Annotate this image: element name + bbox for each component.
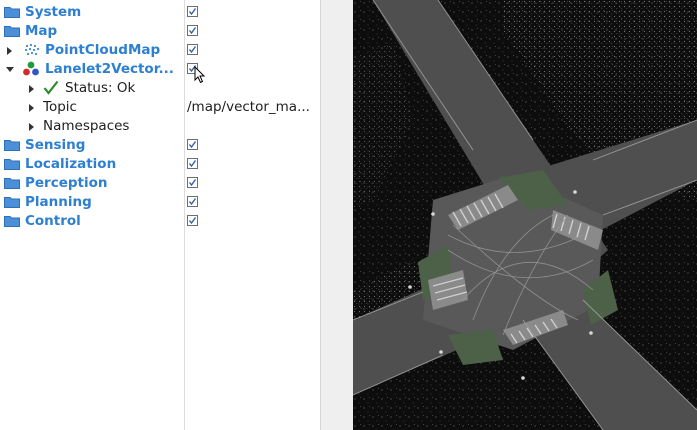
displays-tree: System Map PointCloudMap Lanelet2Vector.… (0, 0, 320, 430)
folder-icon (4, 215, 20, 227)
3d-render-viewport[interactable] (353, 0, 697, 430)
tree-item-topic[interactable]: Topic /map/vector_ma... (0, 98, 320, 117)
tree-item-label: Map (25, 23, 58, 39)
checkbox-perception[interactable] (187, 177, 198, 188)
tree-item-label: Lanelet2Vector... (45, 61, 174, 77)
folder-icon (4, 196, 20, 208)
topic-value[interactable]: /map/vector_ma... (187, 99, 310, 116)
collapse-arrow-icon[interactable] (6, 67, 14, 72)
tree-item-label: Control (25, 213, 81, 229)
folder-icon (4, 177, 20, 189)
tree-item-system[interactable]: System (0, 3, 320, 22)
expand-arrow-icon[interactable] (29, 85, 34, 93)
tree-item-lanelet2-vector-map[interactable]: Lanelet2Vector... (0, 60, 320, 79)
checkbox-map[interactable] (187, 25, 198, 36)
folder-icon (4, 139, 20, 151)
folder-icon (4, 158, 20, 170)
column-divider[interactable] (184, 0, 185, 430)
expand-arrow-icon[interactable] (29, 104, 34, 112)
lanelet-icon (22, 61, 39, 76)
checkbox-point-cloud-map[interactable] (187, 44, 198, 55)
point-cloud-icon (24, 43, 40, 56)
tree-item-map[interactable]: Map (0, 22, 320, 41)
checkbox-system[interactable] (187, 6, 198, 17)
tree-item-label: Status: Ok (65, 80, 136, 96)
folder-icon (4, 25, 20, 37)
checkbox-control[interactable] (187, 215, 198, 226)
tree-item-planning[interactable]: Planning (0, 193, 320, 212)
checkmark-icon (43, 80, 59, 95)
tree-item-localization[interactable]: Localization (0, 155, 320, 174)
tree-item-label: PointCloudMap (45, 42, 161, 58)
tree-item-control[interactable]: Control (0, 212, 320, 231)
tree-item-sensing[interactable]: Sensing (0, 136, 320, 155)
checkbox-planning[interactable] (187, 196, 198, 207)
expand-arrow-icon[interactable] (29, 123, 34, 131)
tree-item-point-cloud-map[interactable]: PointCloudMap (0, 41, 320, 60)
tree-item-namespaces[interactable]: Namespaces (0, 117, 320, 136)
checkbox-sensing[interactable] (187, 139, 198, 150)
tree-item-label: Sensing (25, 137, 86, 153)
tree-item-label: Perception (25, 175, 108, 191)
tree-item-label: System (25, 4, 82, 20)
folder-icon (4, 6, 20, 18)
checkbox-localization[interactable] (187, 158, 198, 169)
tree-item-status[interactable]: Status: Ok (0, 79, 320, 98)
tree-item-label: Planning (25, 194, 92, 210)
map-render (353, 0, 697, 430)
tree-item-label: Localization (25, 156, 117, 172)
tree-item-label: Topic (43, 99, 77, 115)
cursor-icon (194, 65, 206, 88)
tree-item-label: Namespaces (43, 118, 130, 134)
expand-arrow-icon[interactable] (7, 47, 12, 55)
tree-item-perception[interactable]: Perception (0, 174, 320, 193)
panel-splitter[interactable] (320, 0, 353, 430)
